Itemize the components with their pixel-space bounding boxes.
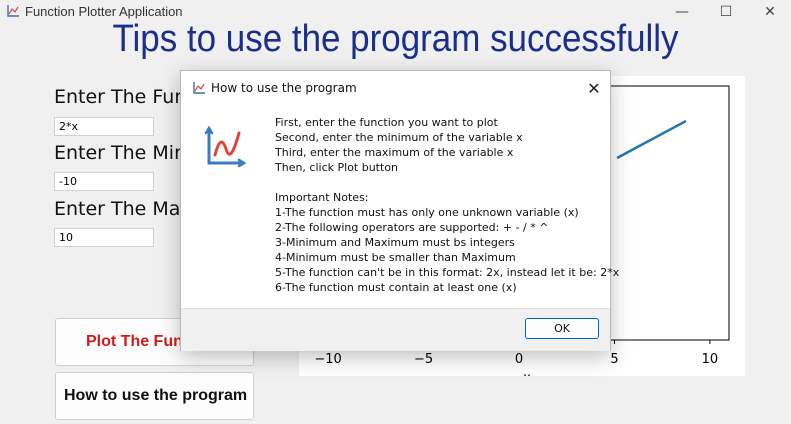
x-tick-label: 10 xyxy=(702,352,719,367)
dialog-text-line: 4-Minimum must be smaller than Maximum xyxy=(275,251,516,264)
dialog-text-line: 2-The following operators are supported:… xyxy=(275,221,549,234)
ok-button-label: OK xyxy=(554,322,570,335)
how-to-use-button[interactable]: How to use the program xyxy=(55,372,254,420)
app-chart-icon xyxy=(7,5,19,17)
min-label: Enter The Min xyxy=(54,142,187,164)
dialog-text-line: Second, enter the minimum of the variabl… xyxy=(275,131,523,144)
function-label: Enter The Fun xyxy=(54,86,187,108)
x-tick-label: −10 xyxy=(314,352,341,367)
dialog-text-line: Important Notes: xyxy=(275,191,369,204)
x-tick-label: 0 xyxy=(515,352,523,367)
x-axis-label: x xyxy=(523,371,531,376)
dialog-titlebar: How to use the program ✕ xyxy=(181,71,610,105)
dialog-text-line: First, enter the function you want to pl… xyxy=(275,116,498,129)
x-tick-label: −5 xyxy=(414,352,433,367)
plot-function-line xyxy=(616,119,687,160)
plot-button-label: Plot The Fun xyxy=(86,333,183,350)
dialog-close-button[interactable]: ✕ xyxy=(581,77,607,99)
dialog-text-line: 6-The function must contain at least one… xyxy=(275,281,517,294)
x-tick-label: 5 xyxy=(610,352,618,367)
min-input[interactable]: -10 xyxy=(54,172,154,191)
dialog-message: First, enter the function you want to pl… xyxy=(275,115,620,295)
help-dialog: How to use the program ✕ First, enter th… xyxy=(180,70,620,351)
max-input[interactable]: 10 xyxy=(54,228,154,247)
dialog-text-line: 3-Minimum and Maximum must bs integers xyxy=(275,236,515,249)
function-graph-icon xyxy=(204,125,247,168)
dialog-text-line: Then, click Plot button xyxy=(275,161,399,174)
max-label: Enter The Max xyxy=(54,198,192,220)
how-to-use-button-label: How to use the program xyxy=(64,387,248,404)
dialog-footer: OK xyxy=(181,308,610,351)
dialog-title: How to use the program xyxy=(211,81,357,95)
dialog-text-line xyxy=(275,175,605,190)
ok-button[interactable]: OK xyxy=(525,318,599,339)
close-icon: ✕ xyxy=(764,4,776,20)
close-icon: ✕ xyxy=(587,78,601,98)
window-title: Function Plotter Application xyxy=(25,4,183,19)
dialog-chart-icon xyxy=(193,82,205,94)
function-input[interactable]: 2*x xyxy=(54,117,154,136)
dialog-text-line: Third, enter the maximum of the variable… xyxy=(275,146,514,159)
page-heading: Tips to use the program successfully xyxy=(112,18,679,60)
dialog-text-line: 5-The function can't be in this format: … xyxy=(275,266,620,279)
dialog-text-line: 1-The function must has only one unknown… xyxy=(275,206,579,219)
